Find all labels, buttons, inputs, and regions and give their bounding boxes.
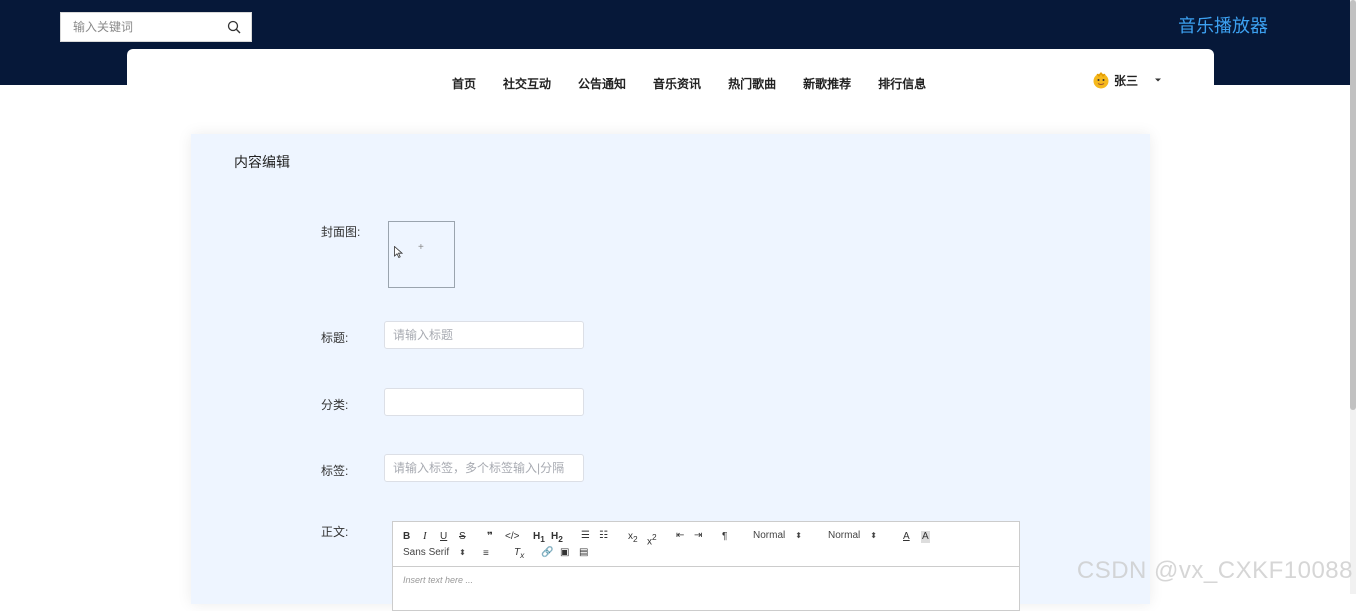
search-input[interactable] — [61, 13, 221, 41]
superscript-icon[interactable]: x2 — [647, 531, 657, 548]
indent-icon[interactable]: ⇥ — [694, 530, 702, 542]
watermark: CSDN @vx_CXKF10088 — [1076, 557, 1353, 584]
main-nav: 首页 社交互动 公告通知 音乐资讯 热门歌曲 新歌推荐 排行信息 — [452, 75, 953, 92]
user-name: 张三 — [1113, 73, 1138, 88]
heading1-icon[interactable]: H1 — [533, 531, 545, 545]
brand-title: 音乐播放器 — [1178, 16, 1268, 36]
bullet-list-icon[interactable]: ☷ — [599, 530, 608, 542]
font-select[interactable]: Sans Serif ⬍ — [403, 547, 466, 558]
header-select[interactable]: Normal ⬍ — [828, 530, 877, 541]
category-input[interactable] — [384, 388, 584, 416]
rich-text-editor: B I U S ❞ </> H1 H2 ☰ ☷ x2 x2 ⇤ ⇥ ¶ Norm… — [392, 521, 1020, 611]
search-box — [60, 12, 252, 42]
subscript-icon[interactable]: x2 — [628, 531, 638, 545]
italic-icon[interactable]: I — [423, 530, 427, 542]
video-icon[interactable]: ▤ — [579, 547, 588, 559]
tags-input[interactable] — [384, 454, 584, 482]
font-color-icon[interactable]: A — [903, 531, 910, 543]
nav-item-new-songs[interactable]: 新歌推荐 — [803, 75, 851, 92]
title-label: 标题: — [321, 331, 349, 345]
link-icon[interactable]: 🔗 — [541, 547, 553, 559]
blockquote-icon[interactable]: ❞ — [487, 531, 493, 543]
mouse-cursor-icon — [394, 246, 403, 258]
align-icon[interactable]: ≡ — [483, 548, 489, 560]
text-direction-icon[interactable]: ¶ — [722, 531, 727, 543]
clear-format-icon[interactable]: Tx — [514, 547, 524, 561]
chevron-down-icon[interactable] — [1154, 77, 1162, 83]
avatar — [1093, 71, 1109, 89]
tags-label: 标签: — [321, 464, 349, 478]
editor-toolbar: B I U S ❞ </> H1 H2 ☰ ☷ x2 x2 ⇤ ⇥ ¶ Norm… — [393, 522, 1019, 567]
cover-label: 封面图: — [321, 225, 361, 239]
outdent-icon[interactable]: ⇤ — [676, 530, 684, 542]
ordered-list-icon[interactable]: ☰ — [581, 530, 590, 542]
title-input[interactable] — [384, 321, 584, 349]
nav-item-hot-songs[interactable]: 热门歌曲 — [728, 75, 776, 92]
bold-icon[interactable]: B — [403, 531, 410, 543]
scrollbar-thumb[interactable] — [1350, 0, 1356, 410]
category-label: 分类: — [321, 398, 349, 412]
strikethrough-icon[interactable]: S — [459, 531, 466, 543]
editor-content[interactable]: Insert text here ... — [393, 567, 1019, 593]
background-color-icon[interactable]: A — [921, 531, 930, 543]
content-edit-panel: 内容编辑 封面图: + 标题: 分类: 标签: 正文: B I U S ❞ </… — [191, 134, 1150, 611]
image-icon[interactable]: ▣ — [560, 547, 569, 559]
code-block-icon[interactable]: </> — [505, 531, 519, 543]
underline-icon[interactable]: U — [440, 531, 447, 543]
heading2-icon[interactable]: H2 — [551, 531, 563, 545]
search-icon[interactable] — [227, 20, 241, 34]
scrollbar[interactable] — [1350, 0, 1356, 594]
plus-icon: + — [418, 242, 424, 253]
nav-item-news[interactable]: 音乐资讯 — [653, 75, 701, 92]
nav-item-notice[interactable]: 公告通知 — [578, 75, 626, 92]
nav-item-social[interactable]: 社交互动 — [503, 75, 551, 92]
nav-item-ranking[interactable]: 排行信息 — [878, 75, 926, 92]
user-menu[interactable]: 张三 — [1092, 71, 1162, 89]
body-label: 正文: — [321, 525, 349, 539]
cover-upload-button[interactable]: + — [388, 221, 455, 288]
nav-item-home[interactable]: 首页 — [452, 75, 476, 92]
size-select[interactable]: Normal ⬍ — [753, 530, 802, 541]
page-title: 内容编辑 — [234, 154, 290, 170]
nav-bar: 首页 社交互动 公告通知 音乐资讯 热门歌曲 新歌推荐 排行信息 张三 — [127, 49, 1214, 109]
